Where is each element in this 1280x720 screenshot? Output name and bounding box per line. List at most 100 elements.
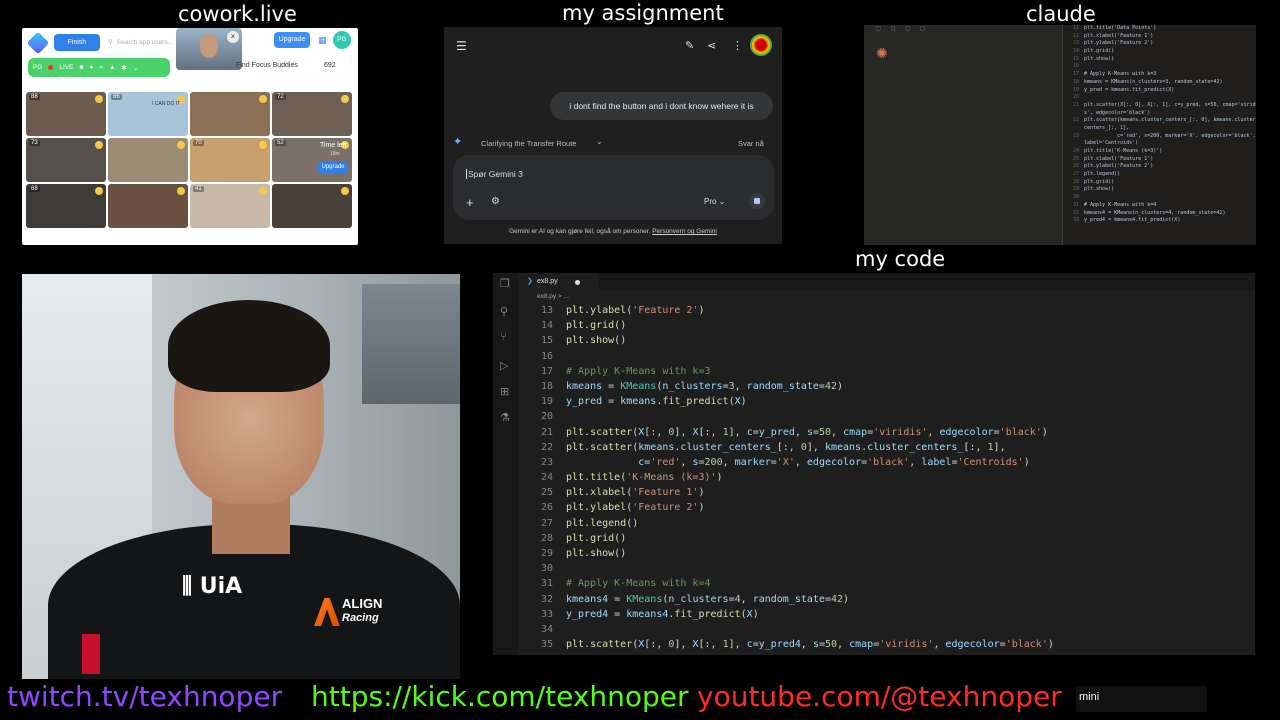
source-control-icon[interactable]: ⑂ — [500, 331, 507, 343]
more-icon[interactable]: ⋮ — [732, 39, 743, 52]
code-line[interactable]: 16 — [519, 349, 1255, 364]
self-video-preview: × — [176, 28, 242, 70]
close-icon[interactable]: × — [227, 31, 239, 43]
answer-now-button[interactable]: Svar nå — [738, 139, 764, 148]
code-line[interactable]: 28 plt.grid() — [519, 531, 1255, 546]
code-line: 21 plt.scatter(X[:, 0], X[:, 1], c=y_pred… — [1072, 101, 1256, 108]
share-icon[interactable]: ⋖ — [707, 39, 716, 52]
code-line[interactable]: 25 plt.xlabel('Feature 1') — [519, 485, 1255, 500]
code-line: 14 plt.grid() — [1072, 48, 1115, 55]
participant-tile[interactable]: 66 I CAN DO IT — [108, 92, 188, 136]
claude-code-artifact: 11 plt.title('Data Points') 12 plt.xlabel('… — [1062, 25, 1256, 245]
code-line[interactable]: 29 plt.show() — [519, 546, 1255, 561]
chevron-down-icon[interactable]: ⌄ — [596, 137, 603, 146]
code-line[interactable]: 26 plt.ylabel('Feature 2') — [519, 500, 1255, 515]
flag-patch — [82, 634, 100, 674]
code-line[interactable]: 21 plt.scatter(X[:, 0], X[:, 1], c=y_pred… — [519, 425, 1255, 440]
code-line: 26 plt.ylabel('Feature 2') — [1072, 163, 1154, 170]
code-line[interactable]: 35 plt.scatter(X[:, 0], X[:, 1], c=y_pred… — [519, 637, 1255, 652]
tab-ex8[interactable]: ❯ ex8.py — [519, 273, 599, 291]
find-focus-buddies-link[interactable]: Find Focus Buddies — [236, 62, 298, 69]
privacy-link[interactable]: Personvern og Gemini — [652, 228, 717, 235]
camera-icon[interactable]: ■ — [80, 64, 84, 71]
testing-icon[interactable]: ⚗ — [500, 411, 510, 424]
code-line[interactable]: 34 — [519, 622, 1255, 637]
upgrade-button[interactable]: Upgrade — [318, 162, 348, 173]
settings-icon[interactable]: ✱ — [121, 64, 126, 72]
line-number: 31 — [540, 578, 553, 590]
code-line[interactable]: 18 kmeans = KMeans(n_clusters=3, random_s… — [519, 379, 1255, 394]
participant-tile[interactable] — [272, 184, 352, 228]
participant-tile[interactable] — [108, 138, 188, 182]
participant-tile[interactable]: 73 — [26, 138, 106, 182]
stop-button[interactable] — [749, 193, 765, 209]
explorer-icon[interactable]: ❐ — [500, 277, 510, 290]
menu-icon[interactable]: ☰ — [456, 39, 467, 53]
code-area[interactable]: 13 plt.ylabel('Feature 2') 14 plt.grid() 15 p… — [519, 303, 1255, 652]
tools-icon[interactable]: ⚙ — [491, 196, 500, 207]
line-number: 15 — [540, 335, 553, 347]
participant-streak: 41 — [193, 186, 204, 192]
run-debug-icon[interactable]: ▷ — [500, 359, 508, 372]
participant-tile[interactable]: 52 Time left 18m Upgrade — [272, 138, 352, 182]
code-line[interactable]: 13 plt.ylabel('Feature 2') — [519, 303, 1255, 318]
code-line: 23 c='red', s=200, marker='X', edgecolor… — [1072, 132, 1256, 139]
extensions-icon[interactable]: ⊞ — [500, 385, 509, 398]
participant-tile[interactable] — [108, 184, 188, 228]
code-panel-title: my code — [855, 247, 946, 271]
mic-icon[interactable]: ● — [89, 64, 93, 71]
participant-tile[interactable]: 41 — [190, 184, 270, 228]
participant-tile[interactable]: 72 — [272, 92, 352, 136]
participant-tile[interactable]: 88 — [26, 92, 106, 136]
code-line: s', edgecolor='black') — [1084, 109, 1151, 116]
upgrade-button[interactable]: Upgrade — [274, 32, 310, 48]
code-line[interactable]: 27 plt.legend() — [519, 516, 1255, 531]
code-line[interactable]: 31 # Apply K-Means with k=4 — [519, 576, 1255, 591]
code-line[interactable]: 22 plt.scatter(kmeans.cluster_centers_[:,… — [519, 440, 1255, 455]
code-line[interactable]: 14 plt.grid() — [519, 318, 1255, 333]
share-icon[interactable]: ≈ — [99, 64, 103, 71]
code-line[interactable]: 30 — [519, 561, 1255, 576]
line-number: 27 — [540, 517, 553, 529]
pin-icon[interactable]: ▲ — [109, 64, 115, 71]
avatar[interactable] — [750, 34, 772, 56]
badge-icon — [259, 141, 267, 149]
participant-tile[interactable] — [190, 92, 270, 136]
participant-tile[interactable]: 70 — [190, 138, 270, 182]
add-icon[interactable]: + — [466, 195, 474, 210]
code-line[interactable]: 20 — [519, 409, 1255, 424]
code-line[interactable]: 24 plt.title('K-Means (k=3)') — [519, 470, 1255, 485]
kick-link: https://kick.com/texhnoper — [311, 680, 689, 713]
code-line[interactable]: 33 y_pred4 = kmeans4.fit_predict(X) — [519, 607, 1255, 622]
search-placeholder: Search app users... — [116, 39, 174, 46]
participant-tile[interactable]: 68 — [26, 184, 106, 228]
thinking-status[interactable]: Clarifying the Transfer Route — [481, 139, 576, 148]
breadcrumb[interactable]: ex8.py > ... — [537, 293, 569, 300]
chevron-down-icon[interactable]: ⌄ — [133, 64, 138, 72]
participant-streak: 73 — [29, 140, 40, 146]
code-line[interactable]: 32 kmeans4 = KMeans(n_clusters=4, random_… — [519, 592, 1255, 607]
cowork-panel-title: cowork.live — [178, 2, 297, 26]
participant-streak: 68 — [29, 186, 40, 192]
code-line[interactable]: 23 c='red', s=200, marker='X', edgecolor… — [519, 455, 1255, 470]
toolbar-icons[interactable]: ◻ ◻ ◻ ◻ — [876, 25, 929, 32]
search-icon[interactable]: ⚲ — [500, 305, 508, 318]
tile-caption: I CAN DO IT — [152, 101, 181, 107]
badge-icon — [177, 141, 185, 149]
unsaved-dot-icon[interactable] — [575, 280, 580, 285]
code-line: 33 y_pred4 = kmeans4.fit_predict(X) — [1072, 217, 1181, 224]
line-number: 32 — [540, 593, 553, 605]
avatar[interactable]: PG — [333, 31, 351, 49]
edit-icon[interactable]: ✎ — [685, 39, 694, 52]
time-left-label: Time left — [320, 142, 347, 149]
finish-button[interactable]: Finish — [54, 34, 100, 51]
code-line[interactable]: 17 # Apply K-Means with k=3 — [519, 364, 1255, 379]
apps-icon[interactable]: ▦ — [318, 35, 330, 46]
model-selector[interactable]: Pro ⌄ — [704, 197, 725, 206]
code-line: 22 plt.scatter(kmeans.cluster_centers_[:,… — [1072, 117, 1256, 124]
code-line[interactable]: 19 y_pred = kmeans.fit_predict(X) — [519, 394, 1255, 409]
prompt-input[interactable]: Spør Gemini 3 + ⚙ Pro ⌄ — [453, 155, 774, 220]
line-number: 28 — [540, 532, 553, 544]
participant-streak: 72 — [275, 94, 286, 100]
code-line[interactable]: 15 plt.show() — [519, 333, 1255, 348]
